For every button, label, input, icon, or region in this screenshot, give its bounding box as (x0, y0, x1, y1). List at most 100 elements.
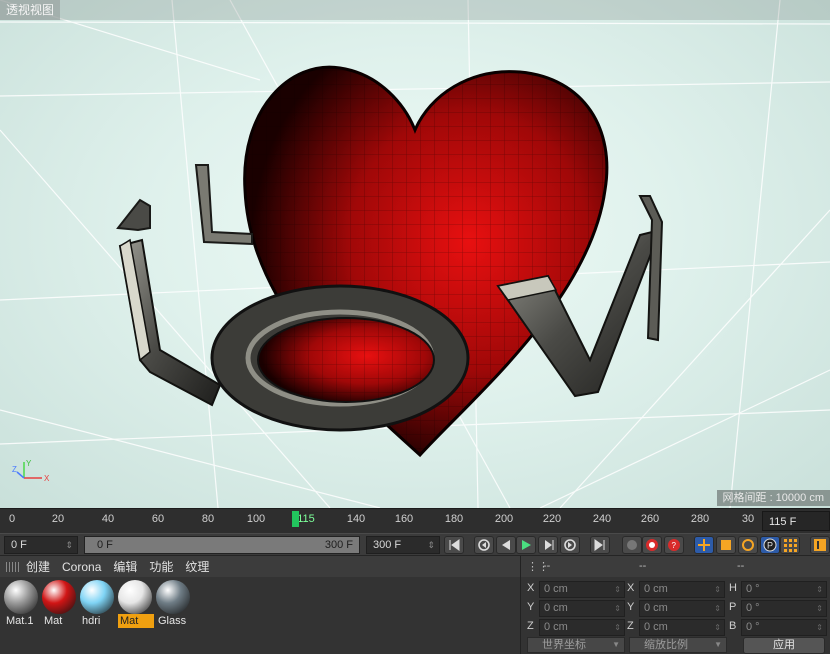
menu-edit[interactable]: 编辑 (113, 558, 137, 575)
transport-bar: 0 F ⇕ 0 F 300 F 300 F ⇕ ? P (0, 533, 830, 555)
menu-function[interactable]: 功能 (149, 558, 173, 575)
current-frame-field[interactable]: 115 F (762, 511, 830, 531)
play-button[interactable] (516, 536, 536, 554)
menu-texture[interactable]: 纹理 (185, 558, 209, 575)
material-preview-sphere (80, 580, 114, 614)
coordinate-value: 0 ° (746, 621, 760, 633)
axis-label: Y (527, 601, 535, 613)
coordinate-input[interactable]: 0 ° ⇕ (741, 619, 827, 636)
coordinate-row: Y 0 cm ⇕ Y 0 cm ⇕ P 0 ° ⇕ (521, 600, 830, 618)
auto-key-button[interactable] (642, 536, 662, 554)
grid-spacing-label: 网格间距 : 10000 cm (716, 490, 830, 506)
start-frame-value: 0 F (11, 539, 27, 551)
end-frame-value: 300 F (373, 539, 402, 551)
axis-label: P (729, 601, 737, 613)
frame-tick-label: 100 (246, 513, 266, 525)
stepper-icon: ⇕ (816, 585, 823, 594)
param-button[interactable]: P (760, 536, 780, 554)
play-back-button[interactable] (496, 536, 516, 554)
move-icon (698, 539, 710, 551)
frame-tick-label: 240 (592, 513, 612, 525)
scale-button[interactable] (716, 536, 736, 554)
record-icon (627, 540, 637, 550)
material-preview-sphere (42, 580, 76, 614)
axis-x-label: X (44, 474, 50, 483)
next-key-button[interactable] (560, 536, 580, 554)
coordinate-input[interactable]: 0 cm ⇕ (639, 600, 725, 617)
coordinate-input[interactable]: 0 cm ⇕ (639, 581, 725, 598)
menu-corona[interactable]: Corona (62, 560, 101, 574)
material-label: Mat.1 (6, 615, 34, 627)
world-coords-value: 世界坐标 (542, 639, 586, 651)
param-icon: P (763, 538, 777, 552)
coordinate-value: 0 cm (544, 583, 568, 595)
go-to-start-button[interactable] (444, 536, 464, 554)
world-coords-dropdown[interactable]: 世界坐标 ▼ (527, 637, 625, 653)
axis-label: Z (627, 620, 634, 632)
coordinate-input[interactable]: 0 cm ⇕ (539, 581, 625, 598)
keyframe-selection-icon: ? (668, 539, 680, 551)
coordinate-input[interactable]: 0 cm ⇕ (539, 600, 625, 617)
prev-key-button[interactable] (474, 536, 494, 554)
coordinates-manager: ⋮⋮ -- -- -- X0 cm ⇕ X 0 cm ⇕ H 0 ° ⇕ Y 0 cm ⇕ Y 0 cm… (520, 555, 830, 654)
rotation-header: -- (737, 560, 745, 572)
scene-render (0, 0, 830, 508)
frame-tick-label: 260 (640, 513, 660, 525)
play-icon (522, 540, 531, 550)
scale-ratio-dropdown[interactable]: 缩放比例 ▼ (629, 637, 727, 653)
point-level-button[interactable] (780, 536, 800, 554)
axis-label: H (729, 582, 737, 594)
axis-gizmo: Y Z X (12, 459, 50, 483)
point-level-icon (784, 539, 797, 552)
coordinate-row: Z 0 cm ⇕ Z 0 cm ⇕ B 0 ° ⇕ (521, 619, 830, 637)
axis-label: X (527, 582, 535, 594)
rotate-button[interactable] (738, 536, 758, 554)
stepper-icon: ⇕ (714, 585, 721, 594)
coordinate-input[interactable]: 0 ° ⇕ (741, 581, 827, 598)
coordinate-input[interactable]: 0 cm ⇕ (639, 619, 725, 636)
start-frame-field[interactable]: 0 F ⇕ (4, 536, 78, 554)
material-preview-sphere (118, 580, 152, 614)
panel-grip-icon[interactable] (6, 561, 20, 572)
material-label: Mat (44, 615, 63, 627)
end-frame-field[interactable]: 300 F ⇕ (366, 536, 440, 554)
timeline-toggle-button[interactable] (810, 536, 830, 554)
playhead-marker[interactable] (292, 511, 299, 527)
material-swatch[interactable]: hdri (80, 580, 114, 628)
timeline-ruler[interactable]: 0 20 40 60 80 100 115 140 160 180 200 220 240 260 280 3… (0, 508, 830, 533)
material-swatch[interactable]: Mat (118, 580, 154, 628)
stepper-icon: ⇕ (65, 540, 73, 550)
frame-ruler[interactable]: 0 20 40 60 80 100 115 140 160 180 200 220 240 260 280 3… (8, 509, 760, 534)
range-start-label: 0 F (97, 539, 113, 551)
coordinate-value: 0 ° (746, 602, 760, 614)
coordinate-input[interactable]: 0 cm ⇕ (539, 619, 625, 636)
frame-tick-label: 200 (494, 513, 514, 525)
apply-button[interactable]: 应用 (743, 637, 825, 654)
next-frame-icon (545, 540, 554, 550)
coordinate-input[interactable]: 0 ° ⇕ (741, 600, 827, 617)
material-manager: 创建 Corona 编辑 功能 纹理 Mat.1 Mat hdri Mat Glass (0, 555, 520, 654)
frame-tick-label: 115 (297, 513, 315, 525)
material-swatch[interactable]: Glass (156, 580, 190, 628)
material-preview-sphere (156, 580, 190, 614)
record-button[interactable] (622, 536, 642, 554)
material-swatch[interactable]: Mat (42, 580, 76, 628)
next-frame-button[interactable] (538, 536, 558, 554)
stepper-icon: ⇕ (714, 623, 721, 632)
menu-create[interactable]: 创建 (26, 558, 50, 575)
go-to-end-icon (594, 539, 605, 551)
axis-label: Z (527, 620, 534, 632)
material-menu-bar: 创建 Corona 编辑 功能 纹理 (0, 556, 520, 577)
move-button[interactable] (694, 536, 714, 554)
axis-y-label: Y (26, 459, 32, 468)
go-to-end-button[interactable] (590, 536, 610, 554)
perspective-viewport[interactable]: 透视视图 网格间距 : 10000 cm Y Z X (0, 0, 830, 508)
frame-range-slider[interactable]: 0 F 300 F (84, 536, 360, 554)
stepper-icon: ⇕ (427, 540, 435, 550)
material-swatch[interactable]: Mat.1 (4, 580, 38, 628)
go-to-start-icon (449, 539, 460, 551)
viewport-menu-bar[interactable] (0, 0, 830, 20)
svg-text:P: P (767, 541, 773, 551)
keyframe-selection-button[interactable]: ? (664, 536, 684, 554)
frame-tick-label: 60 (151, 513, 165, 525)
